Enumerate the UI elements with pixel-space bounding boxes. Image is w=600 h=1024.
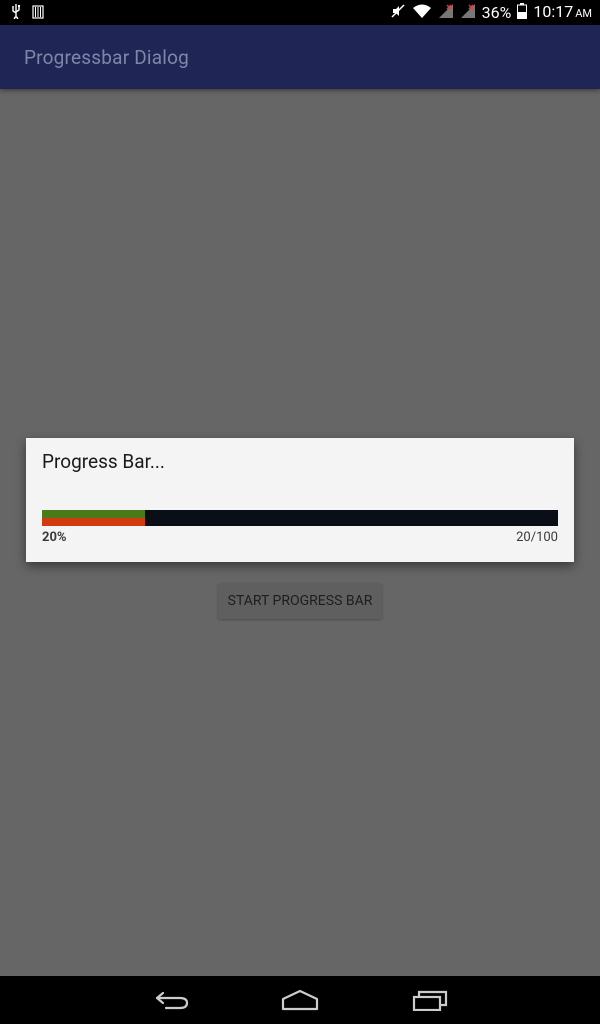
usb-icon xyxy=(10,3,22,23)
progress-fill xyxy=(42,510,146,526)
start-progress-bar-button[interactable]: START PROGRESS BAR xyxy=(218,583,382,619)
signal-icon xyxy=(460,3,476,23)
signal-icon xyxy=(438,3,454,23)
back-icon[interactable] xyxy=(148,986,196,1014)
status-right: 36% 10:17 AM xyxy=(390,2,592,24)
clock: 10:17 AM xyxy=(533,2,592,24)
dialog-title: Progress Bar... xyxy=(42,450,165,473)
progress-count: 20/100 xyxy=(516,530,558,545)
clock-time: 10:17 xyxy=(533,2,574,21)
status-bar: 36% 10:17 AM xyxy=(0,0,600,25)
progress-bar xyxy=(42,510,558,526)
navigation-bar xyxy=(0,976,600,1024)
battery-icon xyxy=(517,3,528,23)
progress-dialog: Progress Bar... 20% 20/100 xyxy=(26,438,574,562)
sd-card-icon xyxy=(32,4,44,23)
app-title: Progressbar Dialog xyxy=(24,46,189,69)
status-left xyxy=(10,3,44,23)
mute-icon xyxy=(390,3,406,23)
action-bar: Progressbar Dialog xyxy=(0,25,600,89)
clock-ampm: AM xyxy=(575,7,592,20)
battery-percent: 36% xyxy=(481,3,512,22)
wifi-icon xyxy=(412,3,432,23)
home-icon[interactable] xyxy=(276,986,324,1014)
progress-percent: 20% xyxy=(42,530,67,545)
recents-icon[interactable] xyxy=(406,986,454,1014)
